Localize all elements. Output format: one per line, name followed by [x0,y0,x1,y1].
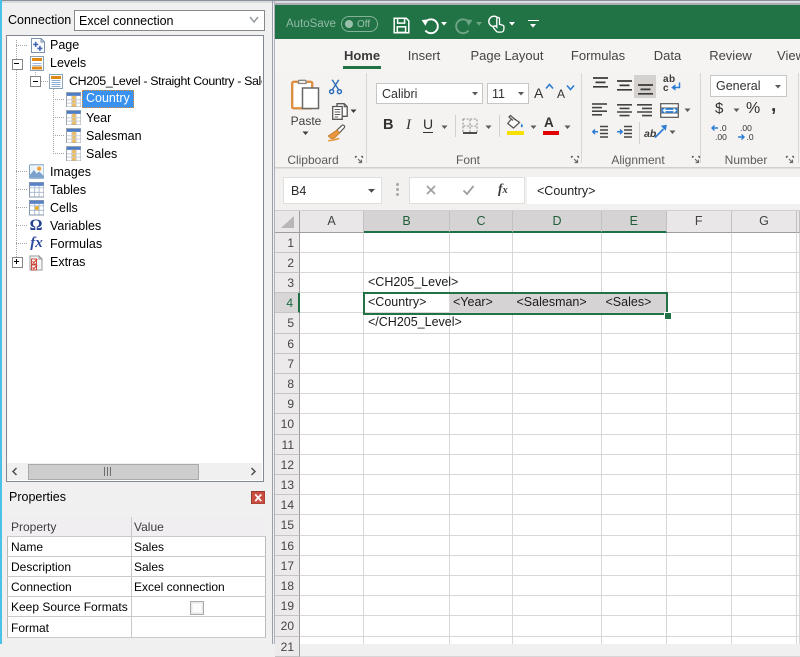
svg-text:.00: .00 [715,132,727,141]
svg-text:.0: .0 [747,132,754,141]
